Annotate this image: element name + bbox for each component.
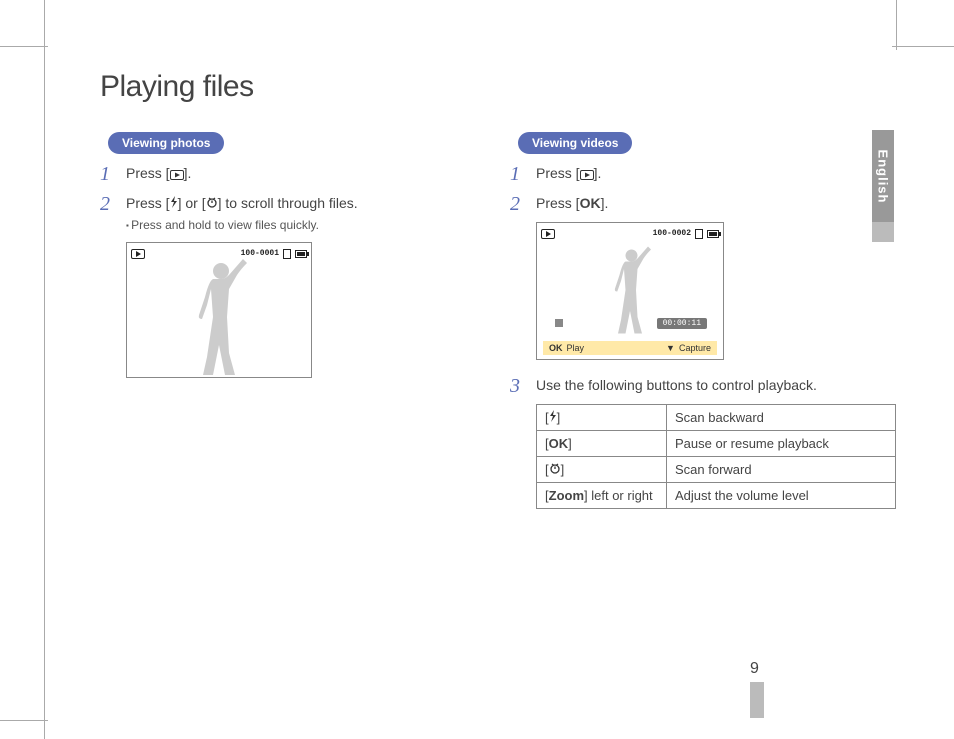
step-number: 1 [510,164,526,186]
self-timer-icon [206,194,218,214]
text: ]. [184,165,192,181]
page-number-accent [750,682,764,718]
viewing-photos-section: Viewing photos 1 Press []. 2 Press [ ] or… [100,132,470,509]
playback-icon [580,166,594,186]
text: Press [ [536,165,580,181]
capture-label: Capture [679,343,711,353]
photos-step-2: 2 Press [ ] or [ ] to scroll through files… [100,194,470,234]
table-row: [OK] Pause or resume playback [537,430,896,456]
text: ] or [ [178,195,206,211]
text: ]. [601,195,609,211]
text: ] left or right [584,488,653,503]
page-content: Playing files Viewing photos 1 Press [].… [100,70,890,509]
text: ] [557,410,561,425]
section-heading-videos: Viewing videos [518,132,632,154]
flash-icon [170,194,178,214]
playback-controls-table: [] Scan backward [OK] Pause or resume pl… [536,404,896,509]
zoom-label: Zoom [549,488,584,503]
step-number: 3 [510,376,526,396]
videos-step-3: 3 Use the following buttons to control p… [510,376,890,396]
table-row: [Zoom] left or right Adjust the volume l… [537,482,896,508]
page-number: 9 [750,660,759,678]
control-key-cell: [] [537,404,667,430]
lcd-file-counter: 100-0002 [653,229,691,238]
video-time-elapsed: 00:00:11 [657,318,707,329]
stop-icon [555,319,563,327]
control-action-cell: Pause or resume playback [667,430,896,456]
table-row: [] Scan forward [537,456,896,482]
ok-button-label: OK [580,195,601,211]
battery-icon [707,230,719,238]
control-key-cell: [OK] [537,430,667,456]
ok-indicator: OK [549,343,563,353]
playback-mode-icon [541,229,555,239]
text: Press [ [126,165,170,181]
flash-icon [549,410,557,425]
photo-lcd-preview: 100-0001 [126,242,312,378]
ok-button-label: OK [549,436,569,451]
photos-step-1: 1 Press []. [100,164,470,186]
play-label: Play [567,343,585,353]
photos-step-2-sub: Press and hold to view files quickly. [126,217,470,234]
person-silhouette [600,243,660,337]
page-title: Playing files [100,70,890,104]
self-timer-icon [549,462,561,477]
sd-card-icon [695,229,703,239]
videos-step-1: 1 Press []. [510,164,890,186]
text: Press [ [126,195,170,211]
table-row: [] Scan backward [537,404,896,430]
step-number: 2 [510,194,526,214]
person-silhouette [179,257,259,377]
text: ]. [594,165,602,181]
video-controls-bar: OK Play ▼ Capture [543,341,717,355]
sd-card-icon [283,249,291,259]
playback-icon [170,166,184,186]
step-number: 1 [100,164,116,186]
control-action-cell: Scan forward [667,456,896,482]
playback-mode-icon [131,249,145,259]
control-key-cell: [Zoom] left or right [537,482,667,508]
text: Use the following buttons to control pla… [536,376,890,396]
crop-mark [896,0,897,50]
control-action-cell: Scan backward [667,404,896,430]
crop-mark [44,0,45,739]
section-heading-photos: Viewing photos [108,132,224,154]
text: Press [ [536,195,580,211]
videos-step-2: 2 Press [OK]. [510,194,890,214]
control-key-cell: [] [537,456,667,482]
down-arrow-icon: ▼ [666,343,675,353]
step-number: 2 [100,194,116,234]
text: ] to scroll through files. [218,195,358,211]
text: ] [561,462,565,477]
text: ] [568,436,572,451]
crop-mark [892,46,954,47]
crop-mark [0,46,48,47]
viewing-videos-section: Viewing videos 1 Press []. 2 Press [OK].… [510,132,890,509]
control-action-cell: Adjust the volume level [667,482,896,508]
crop-mark [0,720,48,721]
battery-icon [295,250,307,258]
video-lcd-preview: 100-0002 00:00:11 OKPl [536,222,724,360]
